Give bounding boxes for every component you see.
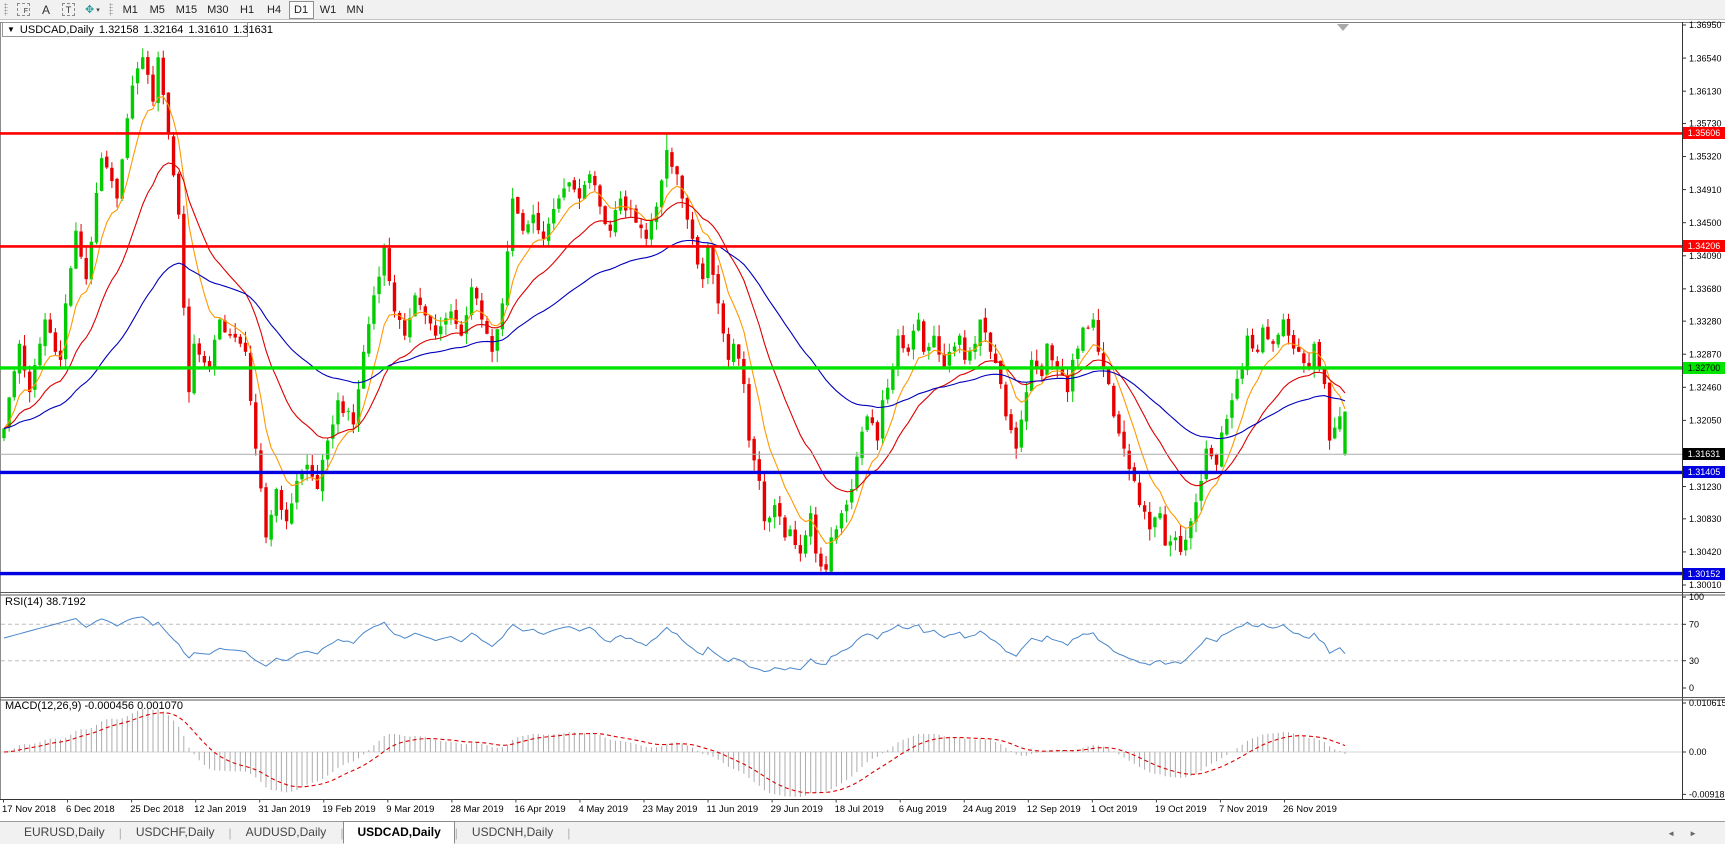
mt4-window: { "toolbar": { "tools": [ {"name": "f-gr…	[0, 0, 1725, 844]
chart-tab-eurusd[interactable]: EURUSD,Daily	[10, 821, 119, 844]
svg-text:30: 30	[1689, 656, 1699, 666]
svg-text:29 Jun 2019: 29 Jun 2019	[771, 804, 823, 815]
svg-text:1.32460: 1.32460	[1689, 383, 1722, 393]
svg-text:1.36950: 1.36950	[1689, 20, 1722, 30]
chart-quote-header[interactable]: ▼ USDCAD,Daily 1.32158 1.32164 1.31610 1…	[2, 22, 248, 37]
timeframe-button-h4[interactable]: H4	[262, 1, 287, 19]
tab-separator: |	[567, 823, 570, 844]
svg-text:12 Sep 2019: 12 Sep 2019	[1027, 804, 1081, 815]
quote-open: 1.32158	[99, 24, 139, 36]
svg-text:23 May 2019: 23 May 2019	[643, 804, 698, 815]
t-label-icon: T	[62, 3, 75, 16]
svg-text:24 Aug 2019: 24 Aug 2019	[963, 804, 1016, 815]
svg-text:18 Jul 2019: 18 Jul 2019	[835, 804, 884, 815]
svg-text:19 Feb 2019: 19 Feb 2019	[322, 804, 375, 815]
timeframe-button-m1[interactable]: M1	[118, 1, 143, 19]
svg-text:6 Dec 2018: 6 Dec 2018	[66, 804, 115, 815]
timeframe-group: M1M5M15M30H1H4D1W1MN	[117, 1, 369, 19]
svg-text:70: 70	[1689, 620, 1699, 630]
svg-text:7 Nov 2019: 7 Nov 2019	[1219, 804, 1268, 815]
price-tag: 1.32700	[1683, 362, 1725, 374]
toolbar-drag-handle-2[interactable]	[109, 3, 113, 16]
a-text-icon: A	[42, 3, 50, 17]
svg-text:1.30830: 1.30830	[1689, 514, 1722, 524]
tab-scroll-left-icon[interactable]: ◄	[1667, 829, 1689, 838]
timeframe-button-mn[interactable]: MN	[343, 1, 368, 19]
svg-text:9 Mar 2019: 9 Mar 2019	[386, 804, 434, 815]
arrow-tools-button[interactable]: ✥ ▾	[81, 1, 104, 18]
svg-text:1.30420: 1.30420	[1689, 547, 1722, 557]
svg-text:12 Jan 2019: 12 Jan 2019	[194, 804, 246, 815]
f-grid-icon: F	[17, 3, 30, 16]
svg-text:1.32050: 1.32050	[1689, 416, 1722, 426]
svg-text:0.010615: 0.010615	[1689, 698, 1725, 708]
price-tag: 1.34206	[1683, 240, 1725, 252]
quote-symbol: USDCAD,Daily	[20, 24, 94, 36]
svg-text:31 Jan 2019: 31 Jan 2019	[258, 804, 310, 815]
svg-text:11 Jun 2019: 11 Jun 2019	[707, 804, 759, 815]
chart-tab-usdcad[interactable]: USDCAD,Daily	[343, 821, 454, 844]
rsi-indicator-label: RSI(14) 38.7192	[5, 596, 86, 608]
arrows-icon: ✥	[85, 3, 94, 16]
svg-text:6 Aug 2019: 6 Aug 2019	[899, 804, 947, 815]
toolbar-drag-handle[interactable]	[4, 3, 8, 16]
svg-text:1 Oct 2019: 1 Oct 2019	[1091, 804, 1137, 815]
price-tag: 1.35606	[1683, 127, 1725, 139]
svg-text:16 Apr 2019: 16 Apr 2019	[514, 804, 565, 815]
svg-text:1.34910: 1.34910	[1689, 185, 1722, 195]
timeframe-button-m15[interactable]: M15	[172, 1, 201, 19]
price-tag: 1.31405	[1683, 466, 1725, 478]
svg-text:19 Oct 2019: 19 Oct 2019	[1155, 804, 1207, 815]
svg-text:1.35320: 1.35320	[1689, 152, 1722, 162]
tab-scroll-right-icon[interactable]: ►	[1689, 829, 1711, 838]
svg-text:1.34500: 1.34500	[1689, 218, 1722, 228]
svg-text:-0.00918: -0.00918	[1689, 790, 1725, 800]
chart-canvas[interactable]: 1.369501.365401.361301.357301.353201.349…	[0, 0, 1725, 844]
chart-tab-usdchf[interactable]: USDCHF,Daily	[122, 821, 229, 844]
chart-tab-audusd[interactable]: AUDUSD,Daily	[232, 821, 341, 844]
svg-text:1.32870: 1.32870	[1689, 349, 1722, 359]
svg-text:17 Nov 2018: 17 Nov 2018	[2, 804, 56, 815]
svg-text:1.36540: 1.36540	[1689, 53, 1722, 63]
chart-tab-bar: EURUSD,Daily|USDCHF,Daily|AUDUSD,Daily|U…	[0, 821, 1725, 844]
svg-text:1.36130: 1.36130	[1689, 86, 1722, 96]
timeframe-button-d1[interactable]: D1	[289, 1, 314, 19]
timeframe-button-m5[interactable]: M5	[145, 1, 170, 19]
svg-text:1.30010: 1.30010	[1689, 580, 1722, 590]
svg-text:1.33680: 1.33680	[1689, 284, 1722, 294]
svg-text:0: 0	[1689, 683, 1694, 693]
quote-close: 1.31631	[233, 24, 273, 36]
svg-text:100: 100	[1689, 592, 1704, 602]
f-grid-button[interactable]: F	[13, 1, 34, 18]
svg-text:1.34090: 1.34090	[1689, 251, 1722, 261]
text-a-button[interactable]: A	[36, 1, 56, 18]
timeframe-button-m30[interactable]: M30	[203, 1, 232, 19]
svg-text:1.33280: 1.33280	[1689, 316, 1722, 326]
timeframe-button-h1[interactable]: H1	[235, 1, 260, 19]
quote-high: 1.32164	[144, 24, 184, 36]
price-tag: 1.31631	[1683, 448, 1725, 460]
price-tag: 1.30152	[1683, 568, 1725, 580]
text-label-button[interactable]: T	[58, 1, 79, 18]
quote-low: 1.31610	[188, 24, 228, 36]
svg-text:0.00: 0.00	[1689, 747, 1707, 757]
svg-text:4 May 2019: 4 May 2019	[578, 804, 628, 815]
timeframe-button-w1[interactable]: W1	[316, 1, 341, 19]
svg-text:1.31230: 1.31230	[1689, 482, 1722, 492]
caret-down-icon: ▾	[96, 6, 100, 14]
chart-tab-usdcnh[interactable]: USDCNH,Daily	[458, 821, 567, 844]
macd-indicator-label: MACD(12,26,9) -0.000456 0.001070	[5, 700, 183, 712]
tab-scroll-arrows[interactable]: ◄►	[1667, 829, 1711, 838]
svg-text:28 Mar 2019: 28 Mar 2019	[450, 804, 503, 815]
top-toolbar: F A T ✥ ▾ M1M5M15M30H1H4D1W1MN	[0, 0, 1725, 20]
svg-text:26 Nov 2019: 26 Nov 2019	[1283, 804, 1337, 815]
svg-text:25 Dec 2018: 25 Dec 2018	[130, 804, 184, 815]
symbol-dropdown-icon[interactable]: ▼	[7, 26, 15, 34]
